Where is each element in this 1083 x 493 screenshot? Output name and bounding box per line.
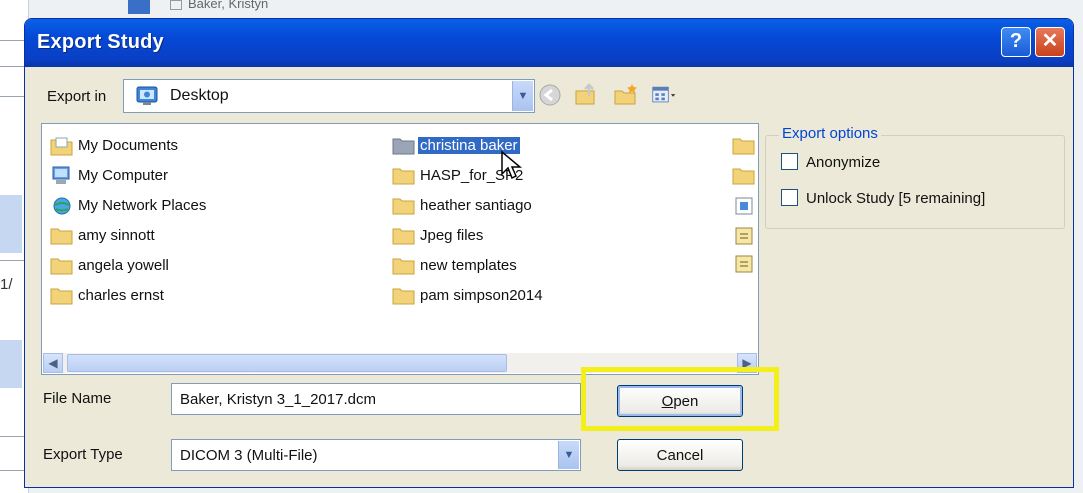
new-folder-icon[interactable]	[613, 82, 639, 108]
folder-icon[interactable]	[732, 166, 756, 186]
folder-icon	[392, 138, 415, 155]
anonymize-checkbox[interactable]: Anonymize	[781, 153, 880, 171]
desktop-icon	[136, 86, 158, 105]
help-button[interactable]: ?	[1001, 27, 1031, 57]
folder-icon	[50, 228, 73, 245]
file-list[interactable]: My Documents My Computer My Network Plac…	[41, 123, 759, 375]
mouse-cursor-icon	[501, 150, 522, 180]
export-type-label: Export Type	[43, 446, 123, 463]
file-icon[interactable]	[732, 254, 756, 274]
checkbox-box[interactable]	[781, 153, 798, 170]
chevron-down-icon[interactable]: ▼	[558, 441, 579, 469]
dialog-title: Export Study	[37, 31, 164, 53]
anonymize-label: Anonymize	[806, 154, 881, 171]
folder-icon	[392, 228, 415, 245]
shortcut-icon[interactable]	[732, 196, 756, 216]
file-name-label: File Name	[43, 390, 112, 407]
folder-icon	[392, 288, 415, 305]
background-list-item: Baker, Kristyn	[170, 0, 268, 12]
export-options-legend: Export options	[779, 125, 881, 142]
scrollbar-thumb[interactable]	[67, 354, 507, 372]
unlock-study-label: Unlock Study [5 remaining]	[806, 190, 986, 207]
export-in-value: Desktop	[170, 87, 229, 104]
folder-icon	[392, 168, 415, 185]
folder-icon	[392, 198, 415, 215]
export-in-dropdown[interactable]: Desktop ▼	[123, 79, 535, 113]
background-tab	[128, 0, 150, 14]
title-bar[interactable]: Export Study ? ✕	[25, 19, 1073, 67]
folder-icon	[392, 258, 415, 275]
export-type-value: DICOM 3 (Multi-File)	[180, 447, 318, 464]
export-in-label: Export in	[47, 88, 107, 105]
folder-icon	[50, 258, 73, 275]
background-number: 1/	[0, 276, 13, 293]
unlock-study-checkbox[interactable]: Unlock Study [5 remaining]	[781, 189, 985, 207]
chevron-down-icon[interactable]: ▼	[512, 81, 533, 111]
checkbox-box[interactable]	[781, 189, 798, 206]
file-name-input[interactable]	[171, 383, 581, 415]
folder-icon[interactable]	[732, 136, 756, 156]
background-highlight	[0, 340, 22, 388]
open-button[interactable]: Open	[617, 385, 743, 417]
my-documents-icon	[50, 137, 73, 156]
back-icon[interactable]	[537, 82, 563, 108]
views-menu-icon[interactable]	[651, 82, 677, 108]
my-computer-icon	[52, 166, 70, 184]
export-study-dialog: Export Study ? ✕ Export in Desktop ▼ My …	[24, 18, 1074, 488]
background-highlight	[0, 195, 22, 253]
export-type-dropdown[interactable]: DICOM 3 (Multi-File) ▼	[171, 439, 581, 471]
cancel-button[interactable]: Cancel	[617, 439, 743, 471]
network-places-icon	[53, 197, 71, 215]
folder-icon	[50, 288, 73, 305]
file-icon[interactable]	[732, 226, 756, 246]
scroll-left-icon[interactable]: ◀	[43, 353, 63, 373]
up-folder-icon[interactable]	[573, 82, 599, 108]
export-options-group	[765, 135, 1065, 229]
close-button[interactable]: ✕	[1035, 27, 1065, 57]
